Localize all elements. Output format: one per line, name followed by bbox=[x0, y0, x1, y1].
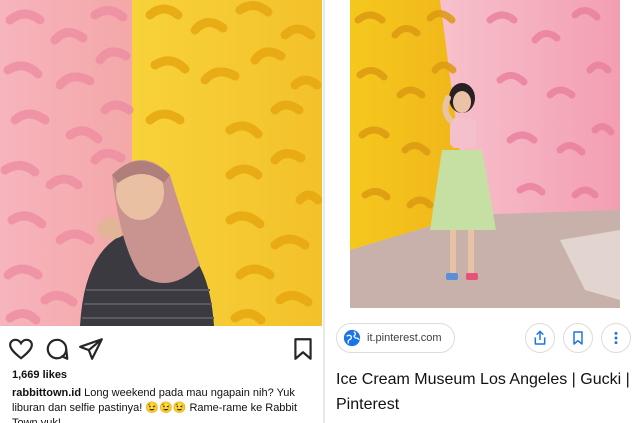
bookmark-icon bbox=[573, 331, 583, 345]
share-icon[interactable] bbox=[78, 336, 104, 362]
globe-icon bbox=[343, 329, 361, 347]
more-icon bbox=[614, 331, 618, 345]
panel-divider bbox=[323, 0, 325, 423]
post-action-bar bbox=[0, 334, 322, 364]
ice-cream-museum-image bbox=[350, 0, 620, 308]
share-icon bbox=[534, 330, 546, 345]
post-photo[interactable] bbox=[0, 0, 322, 326]
caption-username[interactable]: rabbittown.id bbox=[12, 387, 81, 399]
pinterest-card: it.pinterest.com Ice Cream Museum Los An… bbox=[326, 0, 644, 423]
source-link[interactable]: it.pinterest.com bbox=[336, 323, 455, 353]
more-button[interactable] bbox=[601, 323, 631, 353]
comment-icon[interactable] bbox=[44, 336, 70, 362]
pin-photo[interactable] bbox=[350, 0, 620, 308]
instagram-post: 1,669 likes rabbittown.id Long weekend p… bbox=[0, 0, 324, 423]
share-button[interactable] bbox=[525, 323, 555, 353]
post-caption: rabbittown.id Long weekend pada mau ngap… bbox=[12, 386, 312, 423]
bookmark-icon[interactable] bbox=[290, 336, 316, 362]
result-title[interactable]: Ice Cream Museum Los Angeles | Gucki | P… bbox=[336, 367, 636, 417]
source-url: it.pinterest.com bbox=[367, 332, 442, 344]
banana-wall-selfie-image bbox=[0, 0, 322, 326]
like-count[interactable]: 1,669 likes bbox=[12, 369, 67, 381]
heart-icon[interactable] bbox=[8, 336, 34, 362]
save-button[interactable] bbox=[563, 323, 593, 353]
